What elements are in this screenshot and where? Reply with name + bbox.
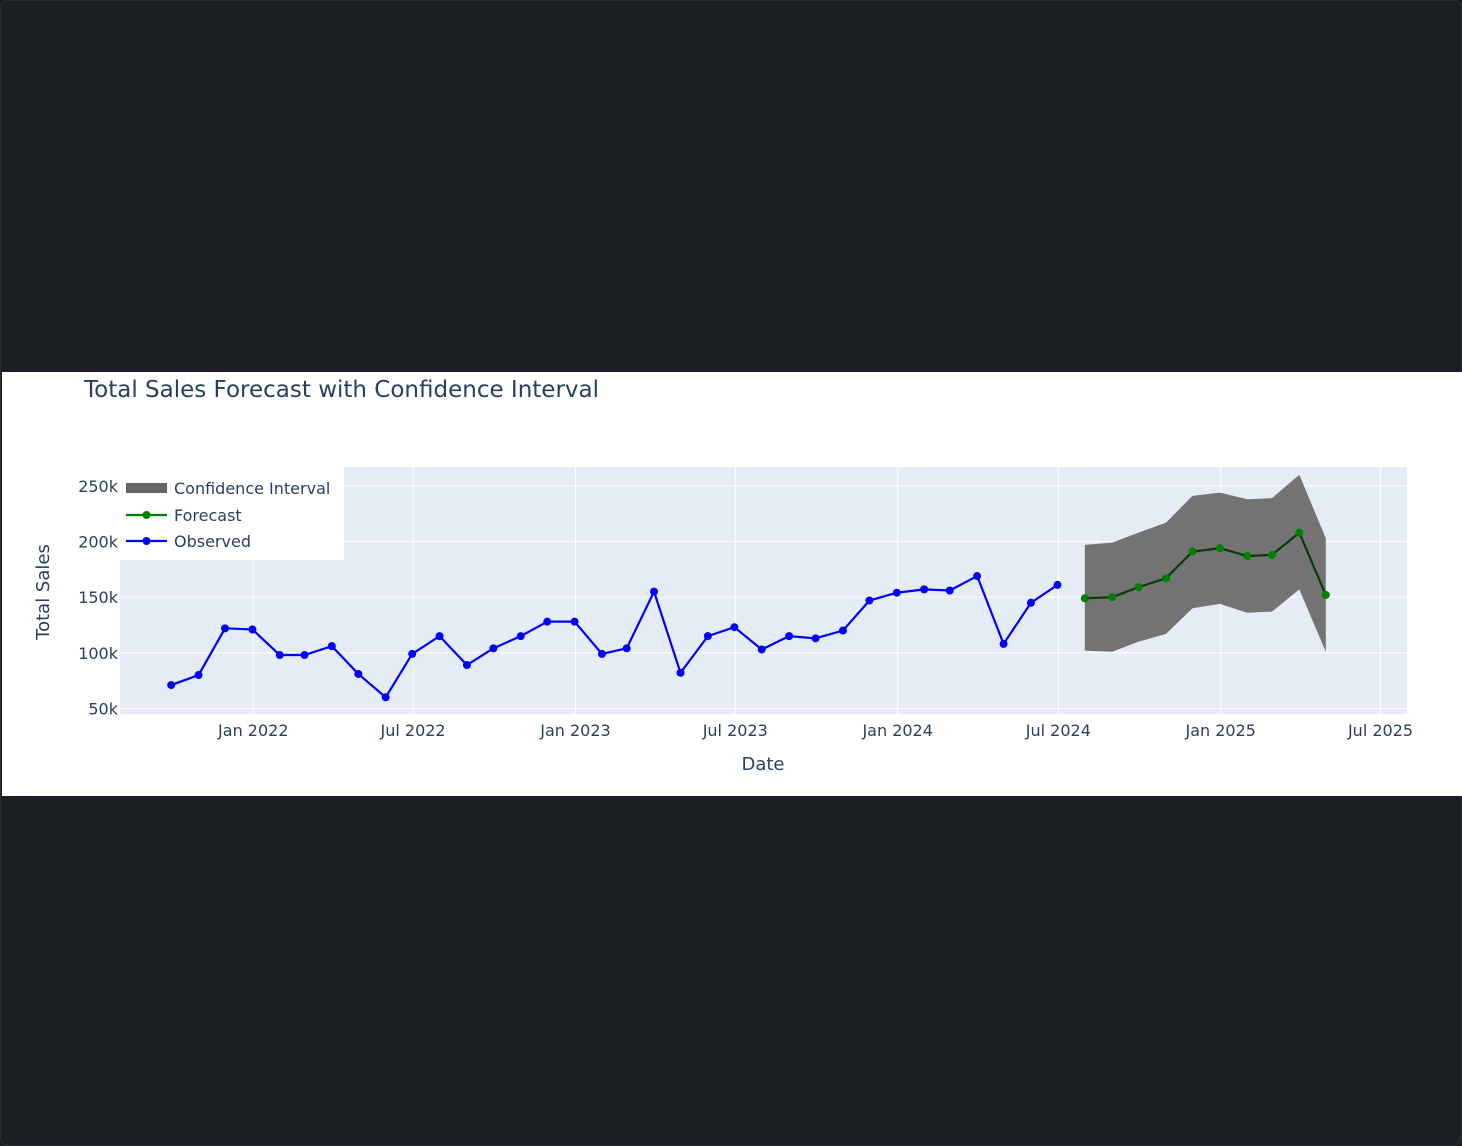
forecast-point [1267, 550, 1276, 559]
forecast-point [1243, 552, 1252, 561]
observed-point [597, 649, 606, 658]
x-tick-label: Jul 2023 [702, 721, 768, 740]
x-tick-label: Jul 2022 [380, 721, 446, 740]
forecast-point [1215, 544, 1224, 553]
observed-point [275, 651, 284, 660]
observed-point [920, 585, 929, 594]
observed-point [757, 645, 766, 654]
legend-label: Observed [174, 532, 251, 551]
observed-point [408, 649, 417, 658]
observed-point [811, 634, 820, 643]
observed-point [785, 632, 794, 641]
x-tick-label: Jan 2023 [539, 721, 610, 740]
observed-point [676, 668, 685, 677]
observed-point [327, 642, 336, 651]
observed-point [381, 693, 390, 702]
forecast-point [1108, 593, 1117, 602]
forecast-point [1295, 528, 1304, 537]
observed-point [194, 671, 203, 680]
forecast-point [1134, 583, 1143, 592]
y-tick-label: 50k [88, 699, 118, 718]
observed-point [703, 632, 712, 641]
observed-point [1026, 598, 1035, 607]
y-tick-label: 200k [78, 533, 119, 552]
observed-point [435, 632, 444, 641]
observed-point [999, 639, 1008, 648]
legend-swatch-confidence [126, 483, 167, 493]
x-tick-label: Jul 2025 [1347, 721, 1413, 740]
y-tick-label: 250k [78, 477, 119, 496]
y-axis-title: Total Sales [33, 544, 54, 641]
legend-label: Forecast [174, 506, 242, 525]
observed-point [248, 625, 257, 634]
chart-card: Total Sales Forecast with Confidence Int… [2, 372, 1462, 796]
observed-point [892, 588, 901, 597]
y-tick-label: 100k [78, 644, 119, 663]
observed-point [622, 644, 631, 653]
y-tick-label: 150k [78, 588, 119, 607]
observed-point [1053, 580, 1062, 589]
observed-point [489, 644, 498, 653]
observed-point [570, 617, 579, 626]
observed-point [650, 587, 659, 596]
observed-point [543, 617, 552, 626]
observed-point [300, 651, 309, 660]
observed-point [838, 626, 847, 635]
x-tick-label: Jul 2024 [1025, 721, 1091, 740]
observed-point [973, 572, 982, 581]
observed-point [516, 632, 525, 641]
x-tick-label: Jan 2022 [217, 721, 288, 740]
legend-marker-observed [142, 537, 151, 545]
chart-svg: Jan 2022 Jul 2022 Jan 2023 Jul 2023 Jan 2024… [33, 467, 1413, 775]
forecast-point [1321, 590, 1330, 599]
observed-point [865, 596, 874, 605]
forecast-point [1162, 574, 1171, 583]
legend-marker-forecast [142, 511, 151, 519]
forecast-point [1080, 594, 1089, 603]
x-tick-label: Jan 2025 [1185, 721, 1256, 740]
observed-point [221, 624, 230, 633]
observed-point [354, 669, 363, 678]
observed-point [167, 681, 176, 690]
observed-point [945, 586, 954, 595]
observed-point [730, 623, 739, 632]
x-tick-label: Jan 2024 [861, 721, 932, 740]
x-axis-title: Date [741, 754, 784, 775]
legend-label: Confidence Interval [174, 479, 330, 498]
forecast-point [1188, 547, 1197, 556]
observed-point [462, 661, 471, 670]
